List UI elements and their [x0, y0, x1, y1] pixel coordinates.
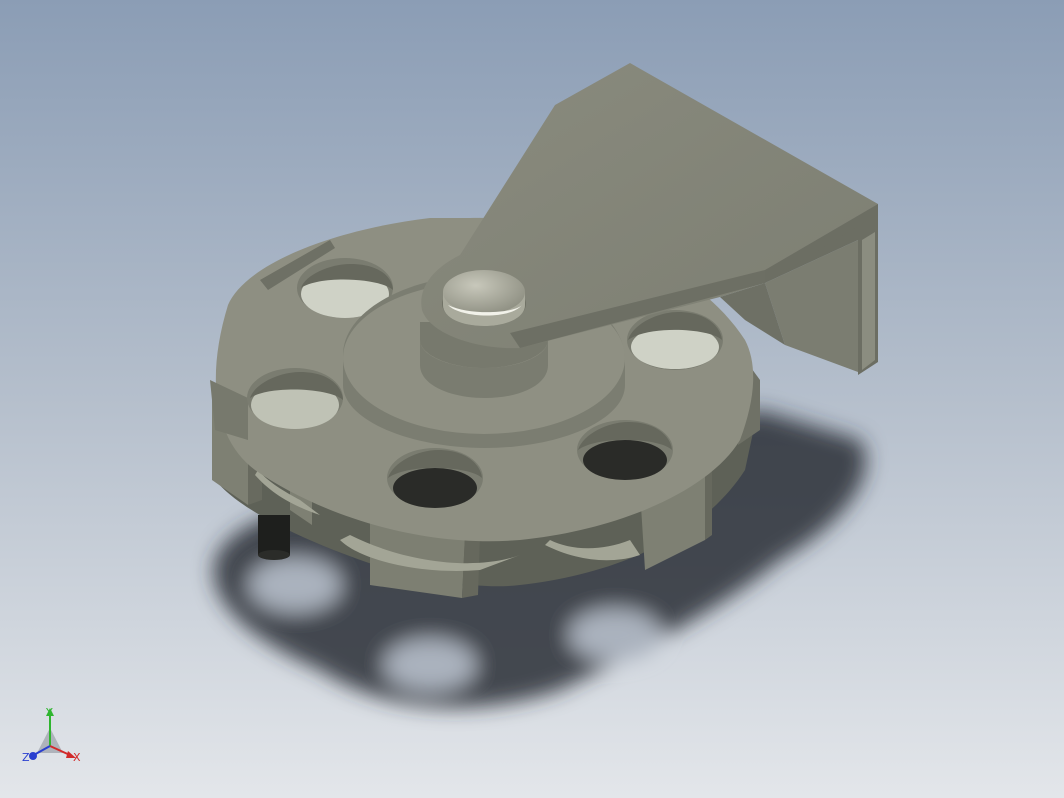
triad-z-label: Z	[22, 751, 30, 764]
view-orientation-triad[interactable]: Y X Z	[22, 706, 81, 764]
wheel-hole	[387, 448, 483, 508]
model-scene[interactable]: Y X Z	[0, 0, 1064, 798]
wheel-hole	[627, 310, 723, 370]
triad-y-label: Y	[45, 706, 53, 719]
wheel-hole	[577, 420, 673, 480]
wheel-hole	[247, 368, 343, 429]
pivot-pin	[442, 270, 526, 326]
triad-x-label: X	[73, 751, 81, 764]
cad-3d-viewport[interactable]: Y X Z	[0, 0, 1064, 798]
